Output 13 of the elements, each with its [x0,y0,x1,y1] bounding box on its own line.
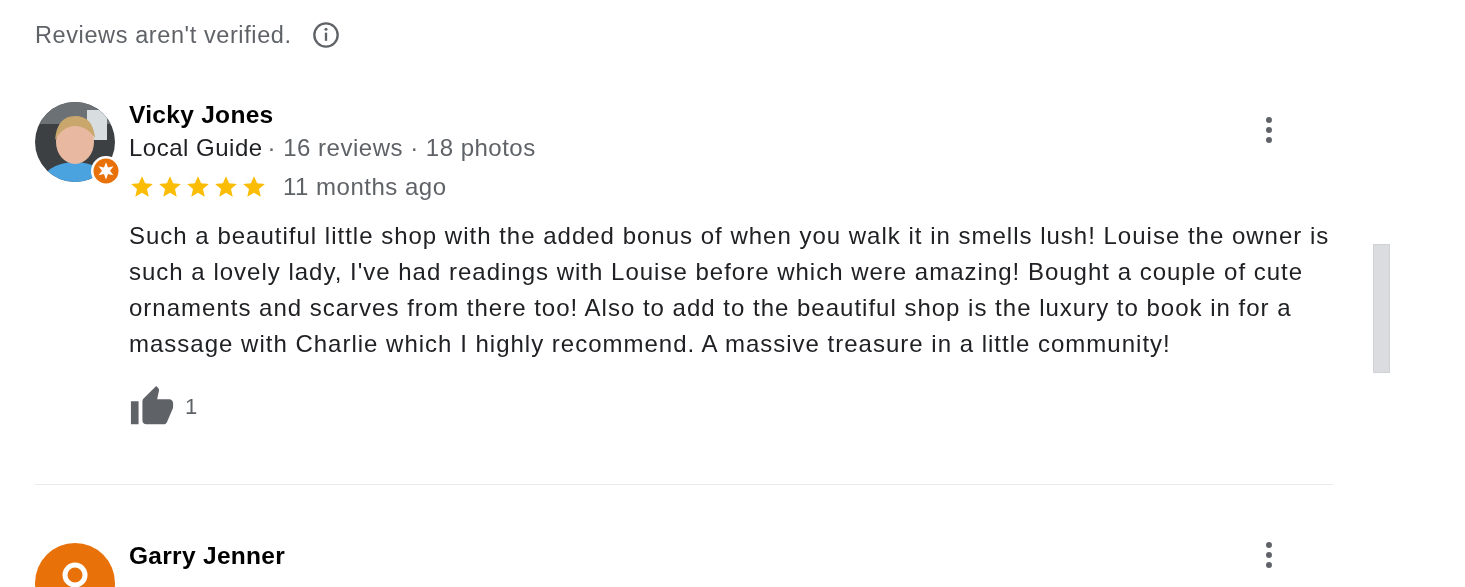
review-text: Such a beautiful little shop with the added bonus of when you walk it in smells lush! Louise the owner is such a lovely lady, I've had readings with Louise before which were amazing! Bought a couple of cute ornaments and scarves from there too! Also to add to the beautiful shop is the luxury to book in for a massage with Charlie which I highly recommend. A massive treasure in a little community! [129,221,1331,359]
info-icon[interactable] [311,21,340,49]
review-time: 11 months ago [283,173,447,201]
more-options-icon[interactable] [1265,116,1273,144]
notice-text: Reviews aren't verified. [35,21,292,49]
local-guide-label: Local Guide [129,134,263,161]
like-button[interactable]: 1 [125,380,202,434]
reviewer-name[interactable]: Vicky Jones [129,101,274,128]
more-options-icon[interactable] [1265,541,1273,569]
scrollbar-thumb[interactable] [1373,244,1390,373]
reviewer-name[interactable]: Garry Jenner [129,542,286,569]
reviewer-stats: · 16 reviews · 18 photos [267,134,536,161]
local-guide-badge-icon [91,156,121,186]
